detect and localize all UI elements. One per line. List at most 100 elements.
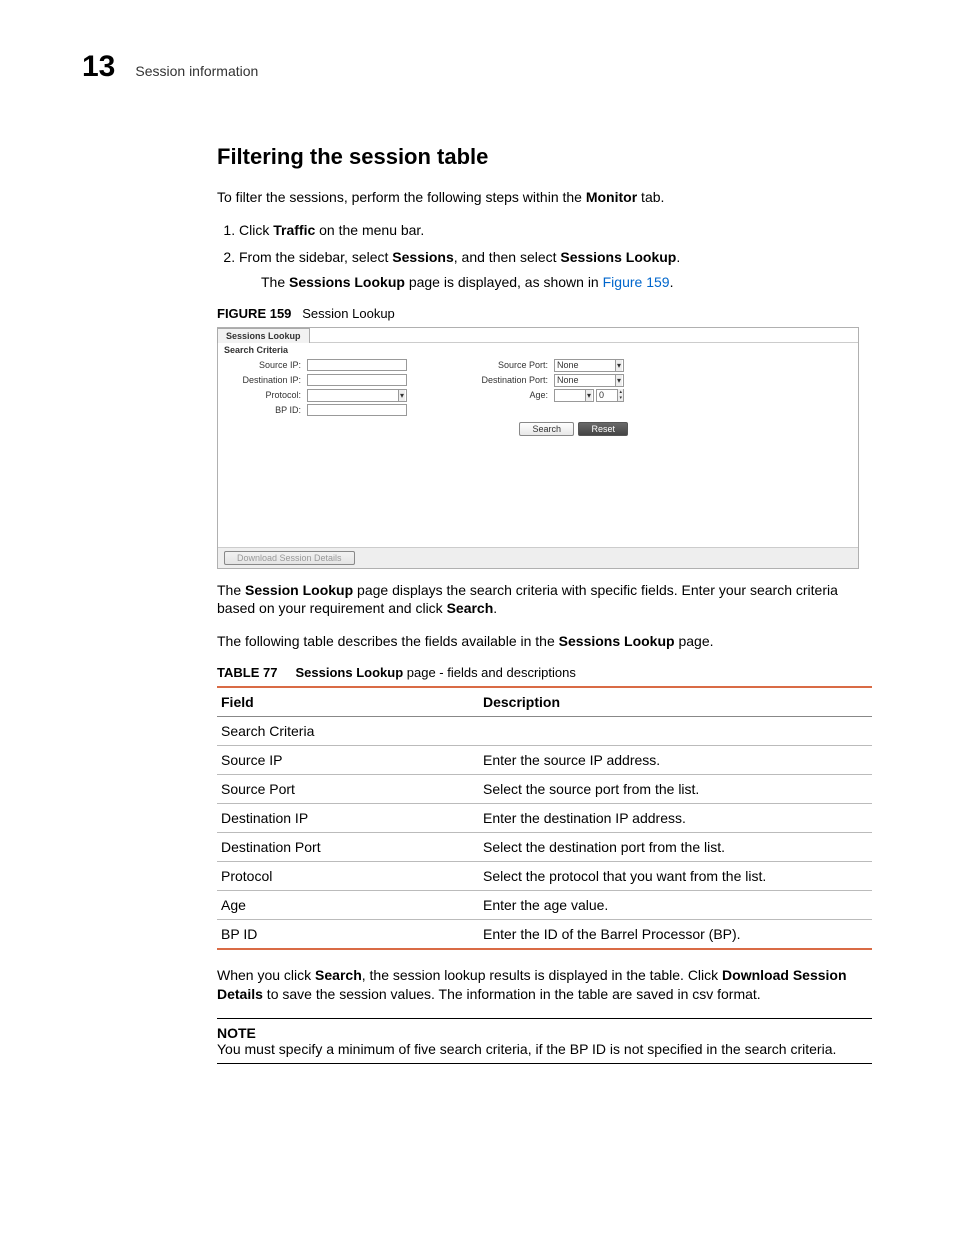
table-row: Destination IPEnter the destination IP a… bbox=[217, 804, 872, 833]
description-cell: Select the source port from the list. bbox=[479, 775, 872, 804]
text: To filter the sessions, perform the foll… bbox=[217, 189, 586, 205]
page: 13 Session information Filtering the ses… bbox=[42, 0, 912, 1144]
destination-port-label: Destination Port: bbox=[475, 375, 550, 385]
figure-button-row: Search Reset bbox=[218, 416, 858, 436]
source-ip-input[interactable] bbox=[307, 359, 407, 371]
search-action: Search bbox=[447, 600, 494, 616]
age-label: Age: bbox=[475, 390, 550, 400]
text: page. bbox=[675, 633, 714, 649]
tab-sessions-lookup[interactable]: Sessions Lookup bbox=[217, 328, 310, 343]
source-ip-label: Source IP: bbox=[228, 360, 303, 370]
text: on the menu bar. bbox=[315, 222, 424, 238]
bp-id-label: BP ID: bbox=[228, 405, 303, 415]
sessions-lookup-sidebar: Sessions Lookup bbox=[560, 249, 676, 265]
field-cell: Source Port bbox=[217, 775, 479, 804]
sessions-lookup-page: Sessions Lookup bbox=[289, 274, 405, 290]
description-cell: Select the destination port from the lis… bbox=[479, 833, 872, 862]
after-figure-p2: The following table describes the fields… bbox=[217, 632, 872, 651]
search-action-2: Search bbox=[315, 967, 362, 983]
age-spinner[interactable]: 0 bbox=[596, 389, 624, 402]
text: . bbox=[493, 600, 497, 616]
fieldset: Search Criteria Source IP: Source Port: … bbox=[218, 342, 858, 436]
field-cell: BP ID bbox=[217, 920, 479, 950]
figure-link[interactable]: Figure 159 bbox=[603, 274, 670, 290]
table-row: BP IDEnter the ID of the Barrel Processo… bbox=[217, 920, 872, 950]
sessions-sidebar: Sessions bbox=[392, 249, 453, 265]
source-port-label: Source Port: bbox=[475, 360, 550, 370]
field-cell: Age bbox=[217, 891, 479, 920]
traffic-menu: Traffic bbox=[273, 222, 315, 238]
figure-title: Session Lookup bbox=[302, 306, 395, 321]
description-cell: Enter the source IP address. bbox=[479, 746, 872, 775]
table-title-rest: page - fields and descriptions bbox=[403, 665, 576, 680]
note-title: NOTE bbox=[217, 1025, 872, 1041]
sessions-lookup-page-ref: Sessions Lookup bbox=[559, 633, 675, 649]
after-figure-p1: The Session Lookup page displays the sea… bbox=[217, 581, 872, 619]
figure-caption: FIGURE 159 Session Lookup bbox=[217, 306, 872, 321]
description-cell: Enter the age value. bbox=[479, 891, 872, 920]
text: , and then select bbox=[454, 249, 561, 265]
table-row: AgeEnter the age value. bbox=[217, 891, 872, 920]
protocol-label: Protocol: bbox=[228, 390, 303, 400]
description-cell: Enter the destination IP address. bbox=[479, 804, 872, 833]
text: . bbox=[670, 274, 674, 290]
description-cell: Enter the ID of the Barrel Processor (BP… bbox=[479, 920, 872, 950]
bp-id-input[interactable] bbox=[307, 404, 407, 416]
monitor-tab-name: Monitor bbox=[586, 189, 637, 205]
col-description: Description bbox=[479, 687, 872, 717]
reset-button[interactable]: Reset bbox=[578, 422, 628, 436]
chapter-number: 13 bbox=[82, 50, 115, 84]
fieldset-label: Search Criteria bbox=[218, 343, 858, 359]
description-cell: Select the protocol that you want from t… bbox=[479, 862, 872, 891]
field-cell: Destination Port bbox=[217, 833, 479, 862]
intro-paragraph: To filter the sessions, perform the foll… bbox=[217, 188, 872, 207]
destination-ip-label: Destination IP: bbox=[228, 375, 303, 385]
destination-ip-input[interactable] bbox=[307, 374, 407, 386]
download-session-details-button[interactable]: Download Session Details bbox=[224, 551, 355, 565]
search-button[interactable]: Search bbox=[519, 422, 574, 436]
table-title-bold: Sessions Lookup bbox=[296, 665, 404, 680]
table-row: ProtocolSelect the protocol that you wan… bbox=[217, 862, 872, 891]
text: When you click bbox=[217, 967, 315, 983]
text: page is displayed, as shown in bbox=[405, 274, 603, 290]
figure-session-lookup: Sessions Lookup Search Criteria Source I… bbox=[217, 327, 859, 569]
after-table-paragraph: When you click Search, the session looku… bbox=[217, 966, 872, 1004]
description-cell bbox=[479, 717, 872, 746]
field-cell: Protocol bbox=[217, 862, 479, 891]
table-row: Search Criteria bbox=[217, 717, 872, 746]
fields-descriptions-table: Field Description Search CriteriaSource … bbox=[217, 686, 872, 950]
table-row: Source IPEnter the source IP address. bbox=[217, 746, 872, 775]
text: . bbox=[676, 249, 680, 265]
breadcrumb: Session information bbox=[135, 63, 258, 79]
note-block: NOTE You must specify a minimum of five … bbox=[217, 1018, 872, 1064]
content: Filtering the session table To filter th… bbox=[217, 144, 872, 1064]
step-2: From the sidebar, select Sessions, and t… bbox=[239, 248, 872, 292]
steps-list: Click Traffic on the menu bar. From the … bbox=[217, 221, 872, 292]
text: The bbox=[217, 582, 245, 598]
destination-port-select[interactable]: None bbox=[554, 374, 624, 387]
text: The following table describes the fields… bbox=[217, 633, 559, 649]
field-cell: Source IP bbox=[217, 746, 479, 775]
text: From the sidebar, select bbox=[239, 249, 392, 265]
table-number: TABLE 77 bbox=[217, 665, 277, 680]
age-select[interactable] bbox=[554, 389, 594, 402]
page-header: 13 Session information bbox=[82, 50, 872, 84]
protocol-select[interactable] bbox=[307, 389, 407, 402]
table-caption: TABLE 77 Sessions Lookup page - fields a… bbox=[217, 665, 872, 680]
note-text: You must specify a minimum of five searc… bbox=[217, 1041, 872, 1057]
text: tab. bbox=[637, 189, 664, 205]
table-row: Source PortSelect the source port from t… bbox=[217, 775, 872, 804]
search-criteria-grid: Source IP: Source Port: None Destination… bbox=[218, 359, 858, 416]
figure-number: FIGURE 159 bbox=[217, 306, 291, 321]
session-lookup-page: Session Lookup bbox=[245, 582, 353, 598]
text: The bbox=[261, 274, 289, 290]
table-row: Destination PortSelect the destination p… bbox=[217, 833, 872, 862]
text: , the session lookup results is displaye… bbox=[362, 967, 722, 983]
page-title: Filtering the session table bbox=[217, 144, 872, 170]
text: Click bbox=[239, 222, 273, 238]
field-cell: Destination IP bbox=[217, 804, 479, 833]
step-2-sub: The Sessions Lookup page is displayed, a… bbox=[261, 273, 872, 292]
col-field: Field bbox=[217, 687, 479, 717]
source-port-select[interactable]: None bbox=[554, 359, 624, 372]
step-1: Click Traffic on the menu bar. bbox=[239, 221, 872, 240]
